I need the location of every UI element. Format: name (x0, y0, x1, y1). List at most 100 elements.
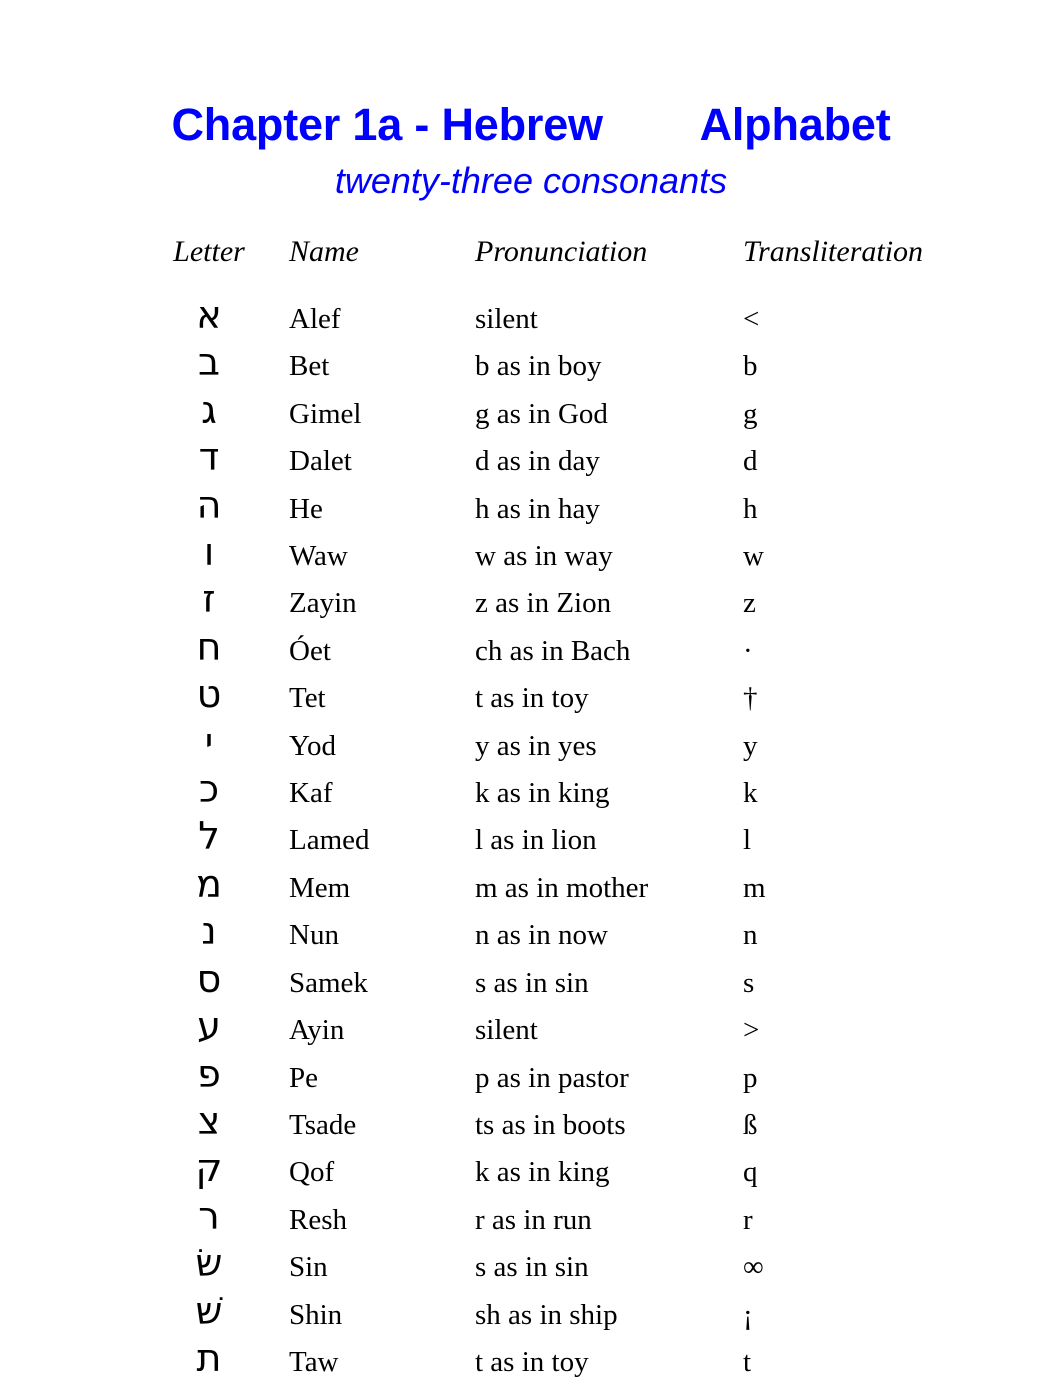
letter-pronunciation: n as in now (475, 919, 608, 952)
letter-pronunciation: silent (475, 1014, 538, 1047)
letter-name: Bet (289, 350, 330, 383)
letter-transliteration: m (743, 871, 766, 904)
hebrew-letter-glyph: נ (201, 909, 217, 954)
letter-transliteration: ß (743, 1108, 758, 1141)
letter-transliteration: g (743, 397, 758, 430)
letter-pronunciation: p as in pastor (475, 1061, 629, 1094)
letter-pronunciation: g as in God (475, 397, 608, 430)
letter-transliteration: † (743, 682, 758, 715)
letter-pronunciation: r as in run (475, 1203, 592, 1236)
table-row: ע Ayin silent > (129, 1004, 933, 1052)
letter-name: Mem (289, 871, 351, 904)
letter-name: Qof (289, 1156, 335, 1189)
letter-transliteration: k (743, 777, 758, 810)
page-title: Chapter 1a - Hebrew Alphabet (171, 99, 891, 150)
table-row: ר Resh r as in run r (129, 1193, 933, 1242)
letter-pronunciation: b as in boy (475, 350, 602, 383)
page-subtitle: twenty-three consonants (334, 160, 728, 201)
letter-pronunciation: s as in sin (475, 966, 589, 999)
letter-transliteration: < (743, 303, 760, 335)
letter-transliteration: y (743, 729, 758, 762)
letter-transliteration: ¡ (743, 1298, 753, 1331)
hebrew-letter-glyph: ח (196, 624, 222, 669)
letter-pronunciation: ts as in boots (475, 1108, 626, 1141)
letter-transliteration: w (743, 540, 764, 573)
letter-name: Samek (289, 966, 368, 999)
hebrew-letter-glyph: צ (197, 1098, 221, 1143)
hebrew-alphabet-table: Letter Name Pronunciation Transliteratio… (0, 232, 1062, 1384)
letter-transliteration: n (743, 919, 758, 952)
letter-name: Lamed (289, 824, 370, 857)
table-row: שׁ Shin sh as in ship ¡ (129, 1289, 933, 1337)
column-header-name: Name (289, 235, 359, 268)
letter-transliteration: p (743, 1061, 758, 1094)
hebrew-letter-glyph: פ (197, 1051, 221, 1096)
table-row: ה He h as in hay h (129, 482, 933, 531)
table-row: א Alef silent < (129, 293, 933, 341)
letter-transliteration: s (743, 966, 755, 999)
header-row: Letter Name Pronunciation Transliteratio… (129, 232, 933, 294)
table-row: ס Samek s as in sin s (129, 956, 933, 1005)
letter-transliteration: h (743, 492, 758, 525)
letter-pronunciation: k as in king (475, 777, 610, 810)
table-row: ב Bet b as in boy b (129, 341, 933, 388)
letter-transliteration: · (743, 634, 753, 667)
hebrew-letter-glyph: ס (196, 956, 222, 1001)
letter-name: Alef (289, 303, 341, 335)
letter-transliteration: ∞ (743, 1251, 764, 1284)
letter-name: Resh (289, 1203, 347, 1236)
letter-name: Gimel (289, 397, 362, 430)
letter-name: Kaf (289, 777, 333, 810)
hebrew-letter-glyph: כ (198, 767, 220, 812)
letter-name: Yod (289, 729, 337, 762)
letter-name: Óet (289, 634, 331, 667)
letter-name: Sin (289, 1251, 328, 1284)
hebrew-letter-glyph: ר (198, 1193, 220, 1238)
letter-name: Tsade (289, 1108, 357, 1141)
hebrew-letter-glyph: ד (198, 435, 220, 480)
letter-pronunciation: h as in hay (475, 492, 600, 525)
letter-pronunciation: w as in way (475, 540, 613, 573)
letter-pronunciation: z as in Zion (475, 587, 612, 620)
letter-pronunciation: k as in king (475, 1156, 610, 1189)
letter-name: Nun (289, 919, 339, 952)
table-row: שׂ Sin s as in sin ∞ (129, 1241, 933, 1289)
alphabet-grid: Letter Name Pronunciation Transliteratio… (129, 232, 933, 1384)
letter-pronunciation: sh as in ship (475, 1298, 618, 1331)
table-row: מ Mem m as in mother m (129, 861, 933, 910)
letter-name: Ayin (289, 1014, 345, 1047)
table-row: ח Óet ch as in Bach · (129, 624, 933, 673)
letter-name: Waw (289, 540, 348, 573)
hebrew-letter-glyph: ע (197, 1004, 221, 1049)
hebrew-letter-glyph: ב (198, 340, 220, 385)
hebrew-letter-glyph: ט (196, 672, 222, 717)
letter-transliteration: l (743, 824, 752, 857)
letter-pronunciation: s as in sin (475, 1251, 589, 1284)
letter-name: Pe (289, 1061, 318, 1094)
hebrew-letter-glyph: ק (195, 1146, 223, 1191)
letter-transliteration: q (743, 1156, 758, 1189)
letter-transliteration: r (743, 1203, 753, 1236)
table-row: ז Zayin z as in Zion z (129, 578, 933, 625)
letter-pronunciation: m as in mother (475, 871, 649, 904)
title-block: Chapter 1a - Hebrew Alphabet twenty-thre… (0, 96, 1062, 205)
letter-transliteration: b (743, 350, 758, 383)
table-body: א Alef silent < ב Bet b as in boy b ג Gimel g as i… (129, 293, 933, 1384)
hebrew-letter-glyph: ל (198, 814, 220, 859)
letter-pronunciation: d as in day (475, 445, 600, 478)
letter-pronunciation: l as in lion (475, 824, 597, 857)
hebrew-letter-glyph: מ (196, 861, 222, 906)
letter-pronunciation: ch as in Bach (475, 634, 631, 667)
table-row: י Yod y as in yes y (129, 720, 933, 768)
table-header: Letter Name Pronunciation Transliteratio… (129, 232, 933, 294)
column-header-pronunciation: Pronunciation (475, 235, 648, 268)
hebrew-letter-glyph: ה (196, 482, 222, 527)
letter-pronunciation: y as in yes (475, 729, 597, 762)
hebrew-letter-glyph: א (196, 293, 222, 337)
table-row: ג Gimel g as in God g (129, 388, 933, 436)
letter-transliteration: z (743, 587, 756, 620)
hebrew-letter-glyph: שׂ (195, 1241, 223, 1286)
letter-pronunciation: silent (475, 303, 538, 335)
letter-name: Shin (289, 1298, 343, 1331)
letter-transliteration: d (743, 445, 758, 478)
